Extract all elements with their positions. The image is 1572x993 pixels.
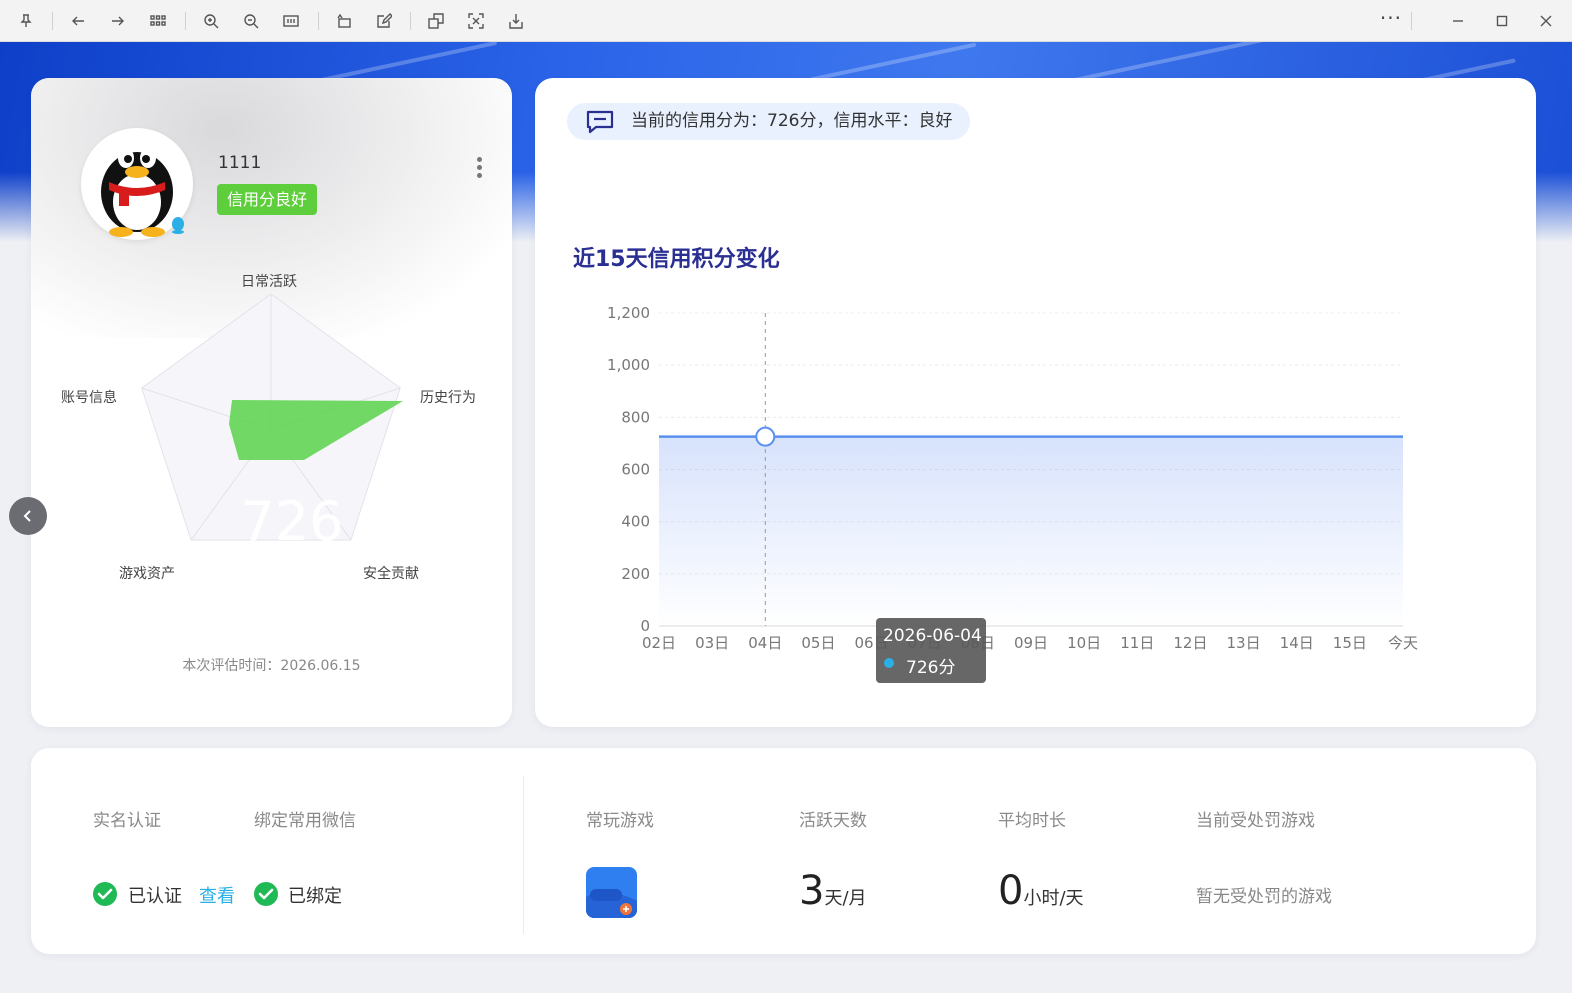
- view-link[interactable]: 查看: [199, 882, 235, 908]
- x-tick-label: 13日: [1227, 634, 1261, 652]
- frequent-game-heading: 常玩游戏: [586, 811, 654, 831]
- real-name-status: 已认证: [128, 886, 182, 907]
- account-info-card: 实名认证 绑定常用微信 常玩游戏 活跃天数 平均时长 当前受处罚游戏 已认证 查…: [31, 748, 1536, 954]
- x-tick-label: 03日: [695, 634, 729, 652]
- active-days-unit: 天/月: [824, 888, 867, 909]
- radar-chart: 726: [141, 293, 403, 553]
- x-tick-label: 14日: [1280, 634, 1314, 652]
- edit-icon[interactable]: [371, 8, 397, 34]
- x-tick-label: 09日: [1014, 634, 1048, 652]
- no-penalty-text: 暂无受处罚的游戏: [1196, 887, 1332, 907]
- message-icon: [586, 110, 614, 134]
- real-name-heading: 实名认证: [93, 811, 161, 831]
- wechat-heading: 绑定常用微信: [254, 811, 356, 831]
- chevron-left-icon: [23, 510, 31, 522]
- y-tick-label: 1,200: [607, 304, 650, 322]
- chart-tooltip: 2026-06-04 726分: [876, 618, 986, 683]
- pin-icon[interactable]: [13, 8, 39, 34]
- tooltip-series-dot: [884, 658, 894, 668]
- close-icon[interactable]: [1533, 8, 1559, 34]
- chart-hover-point: [755, 426, 776, 447]
- summary-text: 当前的信用分为：726分，信用水平：良好: [631, 111, 953, 131]
- game-icon[interactable]: [586, 867, 637, 918]
- minimize-icon[interactable]: [1445, 8, 1471, 34]
- tooltip-date: 2026-06-04: [883, 626, 982, 646]
- section-divider: [523, 776, 524, 934]
- active-days-heading: 活跃天数: [799, 811, 867, 831]
- check-circle-icon: [254, 882, 278, 906]
- y-tick-label: 800: [621, 408, 650, 426]
- qq-small-icon: [172, 217, 184, 234]
- summary-pill: 当前的信用分为：726分，信用水平：良好: [567, 103, 971, 140]
- y-tick-label: 600: [621, 461, 650, 479]
- download-icon[interactable]: [503, 8, 529, 34]
- username: 1111: [218, 153, 262, 173]
- y-tick-label: 0: [640, 617, 650, 635]
- chart-title: 近15天信用积分变化: [573, 247, 780, 272]
- back-icon[interactable]: [65, 8, 91, 34]
- radar-score: 726: [240, 490, 343, 553]
- forward-icon[interactable]: [105, 8, 131, 34]
- x-tick-label: 11日: [1120, 634, 1154, 652]
- wechat-status: 已绑定: [288, 886, 342, 907]
- avg-duration-unit: 小时/天: [1023, 888, 1084, 909]
- zoom-out-icon[interactable]: [238, 8, 264, 34]
- actual-size-icon[interactable]: [278, 8, 304, 34]
- x-tick-label: 今天: [1388, 634, 1418, 652]
- tooltip-value: 726分: [906, 658, 956, 678]
- radar-label-history: 历史行为: [420, 390, 476, 406]
- screenshot-icon[interactable]: [463, 8, 489, 34]
- x-tick-label: 05日: [801, 634, 835, 652]
- more-options-icon[interactable]: [471, 154, 487, 182]
- radar-label-daily-activity: 日常活跃: [241, 274, 297, 290]
- credit-badge: 信用分良好: [217, 184, 318, 215]
- penalty-heading: 当前受处罚游戏: [1196, 811, 1315, 831]
- avg-duration-heading: 平均时长: [998, 811, 1066, 831]
- y-tick-label: 1,000: [607, 356, 650, 374]
- previous-button[interactable]: [9, 497, 47, 535]
- check-circle-icon: [93, 882, 117, 906]
- active-days-value: 3天/月: [799, 868, 867, 914]
- grid-icon[interactable]: [145, 8, 171, 34]
- radar-label-game-assets: 游戏资产: [119, 566, 175, 582]
- chart-card: 当前的信用分为：726分，信用水平：良好 近15天信用积分变化 0 200 400 6…: [535, 78, 1536, 727]
- x-tick-label: 02日: [642, 634, 676, 652]
- radar-label-account: 账号信息: [61, 390, 117, 406]
- credit-line-chart: 02004006008001,0001,200 02日 03日 04日 05日 06日 0…: [607, 304, 1418, 652]
- rotate-icon[interactable]: [331, 8, 357, 34]
- radar-label-security: 安全贡献: [363, 566, 419, 582]
- evaluation-time: 本次评估时间：2026.06.15: [182, 658, 361, 674]
- maximize-icon[interactable]: [1489, 8, 1515, 34]
- profile-card: 1111 信用分良好 726 日常活跃 历史行为 安全贡献 游戏资产 账号信息 …: [31, 78, 512, 727]
- y-tick-label: 200: [621, 565, 650, 583]
- copy-image-icon[interactable]: [423, 8, 449, 34]
- x-tick-label: 15日: [1333, 634, 1367, 652]
- viewer-toolbar: ···: [0, 0, 1572, 42]
- zoom-in-icon[interactable]: [198, 8, 224, 34]
- x-tick-label: 04日: [748, 634, 782, 652]
- chart-area: [659, 436, 1403, 626]
- more-icon[interactable]: ···: [1380, 8, 1402, 28]
- avg-duration-value: 0小时/天: [998, 868, 1084, 914]
- y-tick-label: 400: [621, 513, 650, 531]
- x-tick-label: 12日: [1173, 634, 1207, 652]
- x-tick-label: 10日: [1067, 634, 1101, 652]
